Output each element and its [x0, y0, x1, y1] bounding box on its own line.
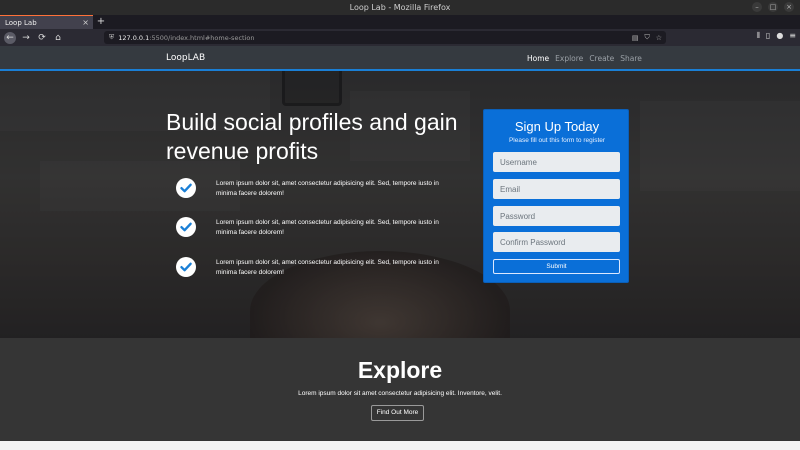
site-nav: Home Explore Create Share [527, 54, 642, 63]
minimize-button[interactable]: – [752, 2, 762, 12]
submit-button[interactable]: Submit [493, 259, 620, 274]
reader-view-icon[interactable]: ▤ [632, 34, 639, 42]
nav-link-create[interactable]: Create [589, 54, 614, 63]
feature-text: Lorem ipsum dolor sit, amet consectetur … [216, 259, 439, 276]
toolbar-right: ⫴ ▯ ● ≡ [757, 31, 796, 41]
feature-text: Lorem ipsum dolor sit, amet consectetur … [216, 180, 439, 197]
site-info-icon[interactable]: ⛨ [109, 33, 114, 42]
sidebar-icon[interactable]: ▯ [766, 31, 770, 41]
browser-toolbar: ← → ⟳ ⌂ ⛨ 127.0.0.1 :5500/index.html#hom… [0, 29, 800, 46]
forward-icon[interactable]: → [20, 32, 32, 44]
home-icon[interactable]: ⌂ [52, 32, 64, 44]
url-actions: ▤ ⛉ ☆ [632, 31, 662, 44]
url-bar[interactable]: ⛨ 127.0.0.1 :5500/index.html#home-sectio… [104, 31, 666, 44]
signup-title: Sign Up Today [514, 119, 600, 134]
menu-icon[interactable]: ≡ [789, 31, 796, 41]
check-circle-icon [176, 257, 196, 277]
page-bottom [0, 441, 800, 450]
explore-text: Lorem ipsum dolor sit amet consectetur a… [298, 390, 502, 397]
find-out-more-button[interactable]: Find Out More [371, 405, 424, 421]
close-window-button[interactable]: × [784, 2, 794, 12]
new-tab-button[interactable]: + [96, 15, 106, 29]
bookmark-star-icon[interactable]: ☆ [656, 34, 662, 42]
window-title: Loop Lab - Mozilla Firefox [349, 3, 451, 12]
email-input[interactable] [493, 179, 620, 199]
tab-close-icon[interactable]: × [82, 18, 89, 27]
site-brand[interactable]: LoopLAB [166, 53, 205, 63]
browser-tab[interactable]: Loop Lab × [0, 15, 93, 29]
window-controls: – □ × [752, 2, 794, 12]
url-path: :5500/index.html#home-section [149, 33, 255, 42]
account-icon[interactable]: ● [776, 31, 783, 41]
check-circle-icon [176, 217, 196, 237]
site-header [0, 46, 800, 70]
window-titlebar: Loop Lab - Mozilla Firefox – □ × [0, 0, 800, 15]
tab-title: Loop Lab [5, 18, 37, 27]
signup-card: Sign Up Today Please fill out this form … [483, 109, 629, 283]
back-icon[interactable]: ← [4, 31, 16, 44]
nav-link-home[interactable]: Home [527, 54, 549, 63]
hero-title: Build social profiles and gain revenue p… [166, 109, 458, 164]
url-host: 127.0.0.1 [118, 33, 150, 42]
nav-link-explore[interactable]: Explore [555, 54, 583, 63]
nav-link-share[interactable]: Share [620, 54, 642, 63]
password-input[interactable] [493, 206, 620, 226]
maximize-button[interactable]: □ [768, 2, 778, 12]
signup-subtitle: Please fill out this form to register [508, 137, 606, 144]
check-circle-icon [176, 178, 196, 198]
pocket-icon[interactable]: ⛉ [644, 33, 649, 42]
library-icon[interactable]: ⫴ [757, 31, 760, 41]
feature-text: Lorem ipsum dolor sit, amet consectetur … [216, 219, 439, 236]
username-input[interactable] [493, 152, 620, 172]
tab-strip: Loop Lab × + [0, 15, 800, 29]
confirm-password-input[interactable] [493, 232, 620, 252]
reload-icon[interactable]: ⟳ [36, 32, 48, 44]
explore-title: Explore [357, 357, 443, 383]
